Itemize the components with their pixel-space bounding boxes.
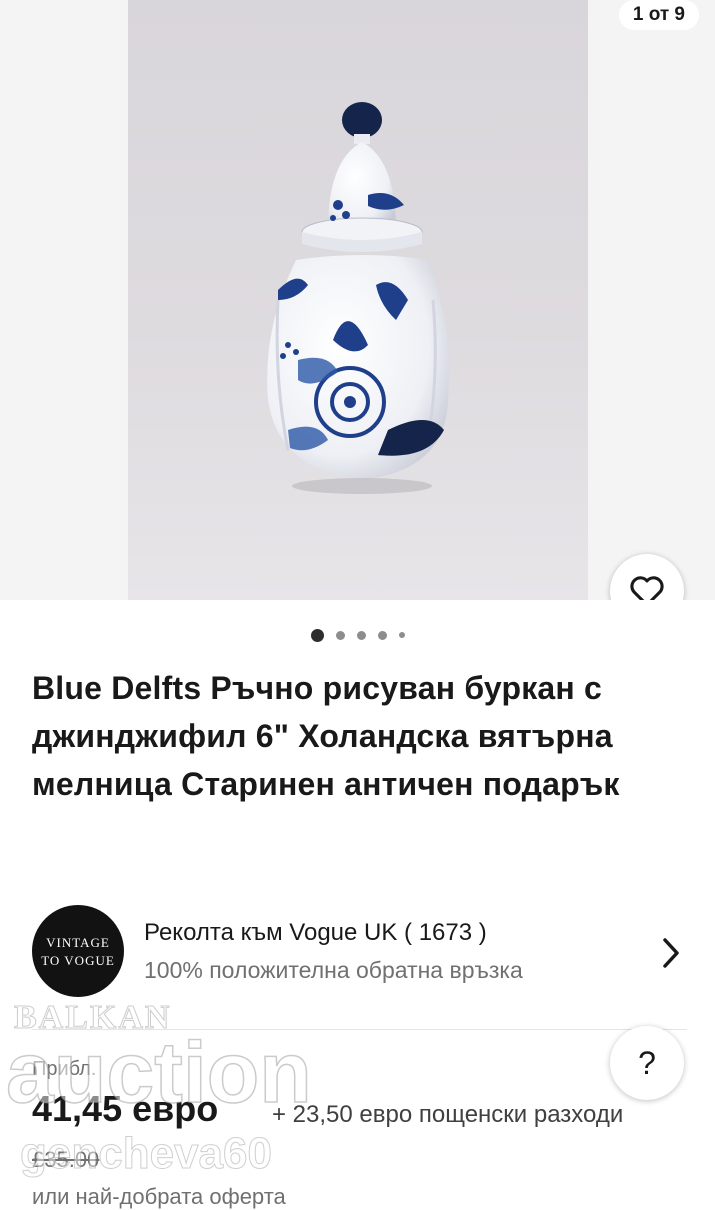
add-to-watchlist-button[interactable] <box>610 554 684 600</box>
chevron-right-icon[interactable] <box>660 937 682 969</box>
watermark-line1: BALKAN <box>14 999 171 1036</box>
pagination-dot[interactable] <box>335 630 345 640</box>
avatar-text-bottom: TO VOGUE <box>41 953 115 968</box>
image-counter: 1 от 9 <box>618 0 699 30</box>
ginger-jar-image <box>267 102 450 494</box>
seller-avatar: VINTAGE TO VOGUE <box>32 905 124 997</box>
pagination-dot[interactable] <box>398 632 405 638</box>
approx-label: Прибл. <box>32 1058 97 1080</box>
pagination-dot-active[interactable] <box>310 628 324 642</box>
pagination-dot[interactable] <box>356 630 366 640</box>
product-photo[interactable] <box>128 0 588 600</box>
item-price: 41,45 евро <box>32 1088 219 1129</box>
avatar-text-top: VINTAGE <box>46 935 110 950</box>
listing-title: Blue Delfts Ръчно рисуван буркан с джинд… <box>32 670 620 802</box>
heart-icon <box>630 576 664 600</box>
shipping-cost: + 23,50 евро пощенски разходи <box>272 1101 624 1128</box>
gallery-pagination <box>0 626 715 644</box>
pagination-dot[interactable] <box>377 630 387 640</box>
best-offer-text: или най-добрата оферта <box>32 1184 286 1209</box>
seller-name[interactable]: Реколта към Vogue UK ( 1673 ) <box>144 919 487 947</box>
section-divider <box>32 1029 687 1030</box>
seller-card[interactable]: VINTAGE TO VOGUE Реколта към Vogue UK ( … <box>32 905 692 1001</box>
question-icon: ? <box>638 1044 656 1081</box>
seller-feedback: 100% положителна обратна връзка <box>144 957 523 983</box>
original-price: £35.00 <box>32 1147 100 1172</box>
image-gallery[interactable]: 1 от 9 <box>0 0 715 600</box>
help-button[interactable]: ? <box>610 1026 684 1100</box>
